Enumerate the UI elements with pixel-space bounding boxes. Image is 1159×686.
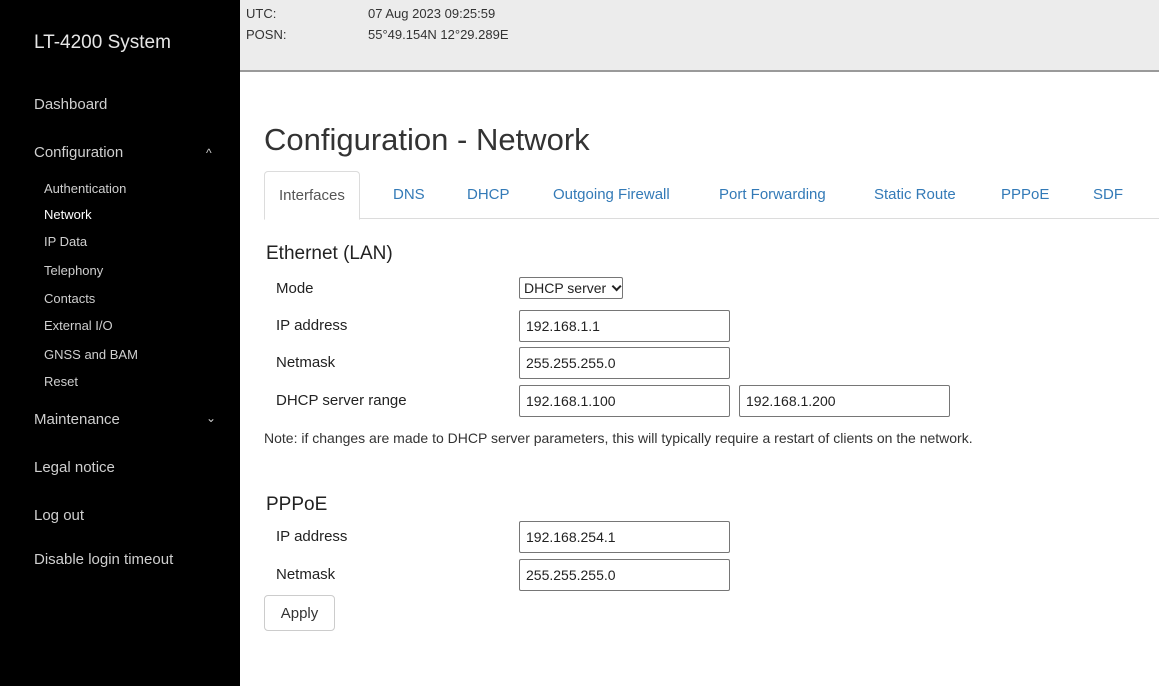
sidebar-item-disable-timeout[interactable]: Disable login timeout (34, 551, 173, 568)
sidebar: LT-4200 System Dashboard Configuration ^… (0, 0, 240, 686)
posn-label: POSN: (246, 27, 287, 42)
tab-port-forwarding[interactable]: Port Forwarding (719, 171, 826, 219)
mode-label: Mode (276, 280, 314, 297)
chevron-down-icon (611, 280, 622, 291)
sidebar-item-authentication[interactable]: Authentication (44, 181, 126, 196)
tab-bar: Interfaces DNS DHCP Outgoing Firewall Po… (264, 171, 1159, 220)
chevron-down-icon: ⌄ (206, 411, 217, 425)
app-title: LT-4200 System (34, 32, 171, 53)
dhcp-range-label: DHCP server range (276, 392, 407, 409)
utc-label: UTC: (246, 6, 277, 21)
sidebar-item-configuration[interactable]: Configuration (34, 144, 123, 161)
utc-value: 07 Aug 2023 09:25:59 (368, 6, 496, 21)
sidebar-item-network[interactable]: Network (44, 207, 92, 222)
ethernet-section-title: Ethernet (LAN) (266, 243, 393, 264)
dhcp-note: Note: if changes are made to DHCP server… (264, 430, 973, 446)
pppoe-section-title: PPPoE (266, 494, 328, 515)
sidebar-item-legal[interactable]: Legal notice (34, 459, 115, 476)
apply-button[interactable]: Apply (264, 595, 335, 631)
sidebar-item-telephony[interactable]: Telephony (44, 263, 103, 278)
sidebar-item-gnss-bam[interactable]: GNSS and BAM (44, 347, 138, 362)
tab-static-route[interactable]: Static Route (874, 171, 956, 219)
tab-dns[interactable]: DNS (393, 171, 425, 219)
page-title: Configuration - Network (264, 122, 590, 157)
pppoe-ip-label: IP address (276, 528, 348, 545)
tab-outgoing-firewall[interactable]: Outgoing Firewall (553, 171, 670, 219)
tab-dhcp[interactable]: DHCP (467, 171, 510, 219)
posn-value: 55°49.154N 12°29.289E (368, 27, 509, 42)
mode-select-value: DHCP server (524, 280, 607, 296)
netmask-label: Netmask (276, 354, 336, 371)
sidebar-item-logout[interactable]: Log out (34, 507, 84, 524)
tab-sdf[interactable]: SDF (1093, 171, 1123, 219)
sidebar-item-dashboard[interactable]: Dashboard (34, 96, 107, 113)
pppoe-ip-field[interactable]: 192.168.254.1 (519, 521, 730, 553)
dhcp-range-end-field[interactable]: 192.168.1.200 (739, 385, 950, 417)
sidebar-item-maintenance[interactable]: Maintenance (34, 411, 120, 428)
chevron-up-icon: ^ (206, 146, 212, 160)
status-header: UTC: 07 Aug 2023 09:25:59 POSN: 55°49.15… (240, 0, 1159, 72)
tab-pppoe[interactable]: PPPoE (1001, 171, 1049, 219)
tab-interfaces[interactable]: Interfaces (264, 171, 360, 220)
pppoe-netmask-label: Netmask (276, 566, 336, 583)
netmask-field[interactable]: 255.255.255.0 (519, 347, 730, 379)
mode-select[interactable]: DHCP server (519, 277, 624, 299)
sidebar-item-ip-data[interactable]: IP Data (44, 234, 87, 249)
ip-address-field[interactable]: 192.168.1.1 (519, 310, 730, 342)
pppoe-netmask-field[interactable]: 255.255.255.0 (519, 559, 730, 591)
ip-address-label: IP address (276, 317, 348, 334)
dhcp-range-start-field[interactable]: 192.168.1.100 (519, 385, 730, 417)
sidebar-item-external-io[interactable]: External I/O (44, 318, 113, 333)
sidebar-item-contacts[interactable]: Contacts (44, 291, 95, 306)
sidebar-item-reset[interactable]: Reset (44, 374, 78, 389)
